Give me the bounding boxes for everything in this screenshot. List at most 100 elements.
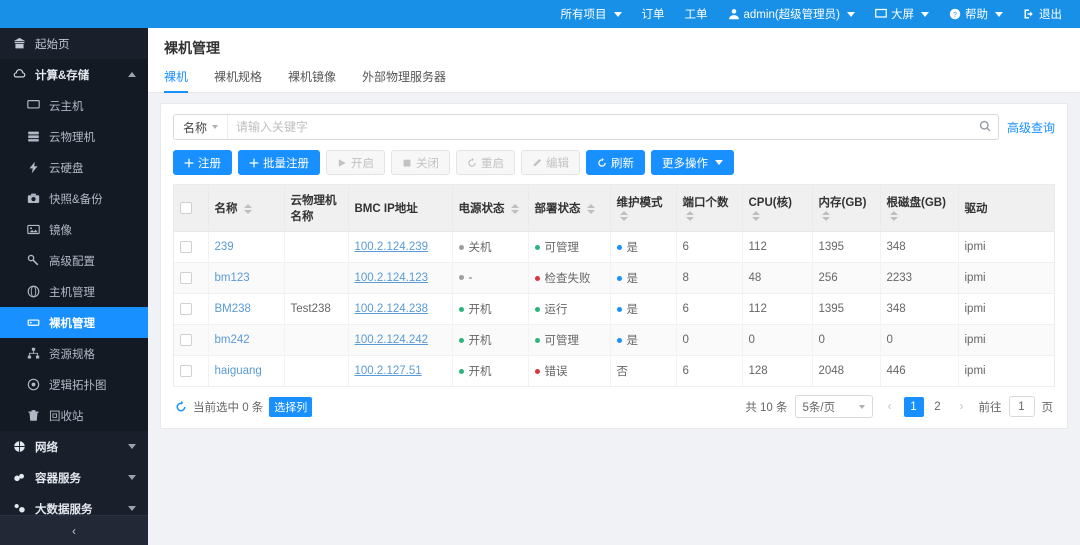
refresh-button[interactable]: 刷新 [586,150,645,175]
bmc-ip-link[interactable]: 100.2.124.242 [355,334,429,346]
search-submit-button[interactable] [972,120,998,135]
row-checkbox-cell[interactable] [174,324,209,356]
row-checkbox[interactable] [180,271,192,284]
prev-page-button[interactable]: ‹ [880,397,900,417]
header-item-projects[interactable]: 所有项目 [551,0,632,28]
batch-register-button[interactable]: 批量注册 [238,150,320,175]
sort-icon[interactable] [619,210,628,221]
header-power-status[interactable]: 电源状态 [452,185,529,232]
search-input[interactable] [228,115,972,139]
next-page-button[interactable]: › [952,397,972,417]
sort-icon[interactable] [510,203,519,214]
table-row[interactable]: haiguang 100.2.127.51 开机 错误否 6 128 2048 446 ipmi [174,355,1054,387]
cell-bmc-ip[interactable]: 100.2.127.51 [348,355,453,387]
tab-baremetal-image[interactable]: 裸机镜像 [288,68,336,92]
page-button-1[interactable]: 1 [903,396,924,417]
sidebar-group-bigdata-service[interactable]: 大数据服务 [0,493,148,515]
row-checkbox-cell[interactable] [174,293,209,325]
sidebar-item-resource-spec[interactable]: 资源规格 [0,338,148,369]
cell-name[interactable]: bm242 [208,324,285,356]
advanced-search-link[interactable]: 高级查询 [1007,119,1055,136]
row-checkbox[interactable] [180,302,192,315]
sidebar-item-cloud-physical[interactable]: 云物理机 [0,121,148,152]
bmc-ip-link[interactable]: 100.2.124.239 [355,241,429,253]
page-size-select[interactable]: 5条/页 [794,395,873,418]
sidebar-collapse-button[interactable]: ‹ [0,515,148,545]
register-button[interactable]: 注册 [173,150,232,175]
sidebar-item-cloud-host[interactable]: 云主机 [0,90,148,121]
cell-name[interactable]: BM238 [208,293,285,325]
sidebar-item-advanced-config[interactable]: 高级配置 [0,245,148,276]
more-actions-button[interactable]: 更多操作 [651,150,734,175]
search-row: 名称 高级查询 [173,114,1055,140]
cell-name[interactable]: haiguang [208,355,285,387]
sort-icon[interactable] [751,210,760,221]
sort-icon[interactable] [586,203,595,214]
cell-driver: ipmi [958,324,1054,356]
sidebar-group-compute-storage[interactable]: 计算&存储 [0,59,148,90]
sidebar-item-recycle-bin[interactable]: 回收站 [0,400,148,431]
sidebar-item-home[interactable]: 起始页 [0,28,148,59]
cell-bmc-ip[interactable]: 100.2.124.238 [348,293,453,325]
bmc-ip-link[interactable]: 100.2.127.51 [355,365,422,377]
sidebar-item-baremetal-manage[interactable]: 裸机管理 [0,307,148,338]
name-link[interactable]: bm242 [215,334,250,346]
table-row[interactable]: 239 100.2.124.239 关机 可管理是 6 112 1395 348 ipmi [174,231,1054,263]
sort-icon[interactable] [889,210,898,221]
row-checkbox-cell[interactable] [174,355,209,387]
sidebar-group-network[interactable]: 网络 [0,431,148,462]
header-item-orders[interactable]: 订单 [632,0,675,28]
sort-icon[interactable] [821,210,830,221]
header-item-account[interactable]: admin(超级管理员) [718,0,865,28]
sidebar-group-container-service[interactable]: 容器服务 [0,462,148,493]
row-checkbox-cell[interactable] [174,231,209,263]
tab-external-physical-server[interactable]: 外部物理服务器 [362,68,446,92]
name-link[interactable]: BM238 [215,303,251,315]
header-item-logout[interactable]: 退出 [1013,0,1072,28]
tab-baremetal-spec[interactable]: 裸机规格 [214,68,262,92]
table-row[interactable]: BM238 Test238 100.2.124.238 开机 运行是 6 112 1395 34… [174,293,1054,325]
select-columns-button[interactable]: 选择列 [269,396,313,417]
header-memory[interactable]: 内存(GB) [812,185,881,232]
table-row[interactable]: bm242 100.2.124.242 开机 可管理是 0 0 0 0 ipmi [174,324,1054,356]
header-cpu[interactable]: CPU(核) [742,185,813,232]
header-item-dashboard[interactable]: 大屏 [865,0,939,28]
table-row[interactable]: bm123 100.2.124.123 - 检查失败是 8 48 256 2233 ipmi [174,262,1054,294]
tab-baremetal[interactable]: 裸机 [164,68,189,93]
header-deploy-status[interactable]: 部署状态 [528,185,611,232]
select-all-checkbox[interactable] [180,201,192,214]
cell-bmc-ip[interactable]: 100.2.124.239 [348,231,453,263]
sidebar-item-image[interactable]: 镜像 [0,214,148,245]
goto-page-input[interactable] [1008,396,1035,417]
row-checkbox[interactable] [180,333,192,346]
name-link[interactable]: bm123 [215,272,250,284]
row-checkbox[interactable] [180,240,192,253]
sort-icon[interactable] [243,203,252,214]
header-item-help[interactable]: ? 帮助 [939,0,1013,28]
cell-bmc-ip[interactable]: 100.2.124.242 [348,324,453,356]
sort-icon[interactable] [685,210,694,221]
bmc-ip-link[interactable]: 100.2.124.238 [355,303,429,315]
search-filter-field[interactable]: 名称 [174,115,229,139]
header-maintenance-mode[interactable]: 维护模式 [610,185,677,232]
sidebar-item-cloud-disk[interactable]: 云硬盘 [0,152,148,183]
header-label: 部署状态 [534,203,581,215]
bmc-ip-link[interactable]: 100.2.124.123 [355,272,429,284]
cell-bmc-ip[interactable]: 100.2.124.123 [348,262,453,294]
sidebar-item-host-manage[interactable]: 主机管理 [0,276,148,307]
name-link[interactable]: 239 [215,241,234,253]
cell-name[interactable]: bm123 [208,262,285,294]
header-select-all [174,185,209,232]
row-checkbox-cell[interactable] [174,262,209,294]
header-port-count[interactable]: 端口个数 [676,185,743,232]
page-button-2[interactable]: 2 [928,397,948,417]
sidebar-item-snapshot-backup[interactable]: 快照&备份 [0,183,148,214]
refresh-icon[interactable] [175,400,187,413]
sidebar-item-logical-topology[interactable]: 逻辑拓扑图 [0,369,148,400]
row-checkbox[interactable] [180,364,192,377]
name-link[interactable]: haiguang [215,365,262,377]
cell-name[interactable]: 239 [208,231,285,263]
header-root-disk[interactable]: 根磁盘(GB) [880,185,959,232]
header-name[interactable]: 名称 [208,185,285,232]
header-item-tickets[interactable]: 工单 [675,0,718,28]
